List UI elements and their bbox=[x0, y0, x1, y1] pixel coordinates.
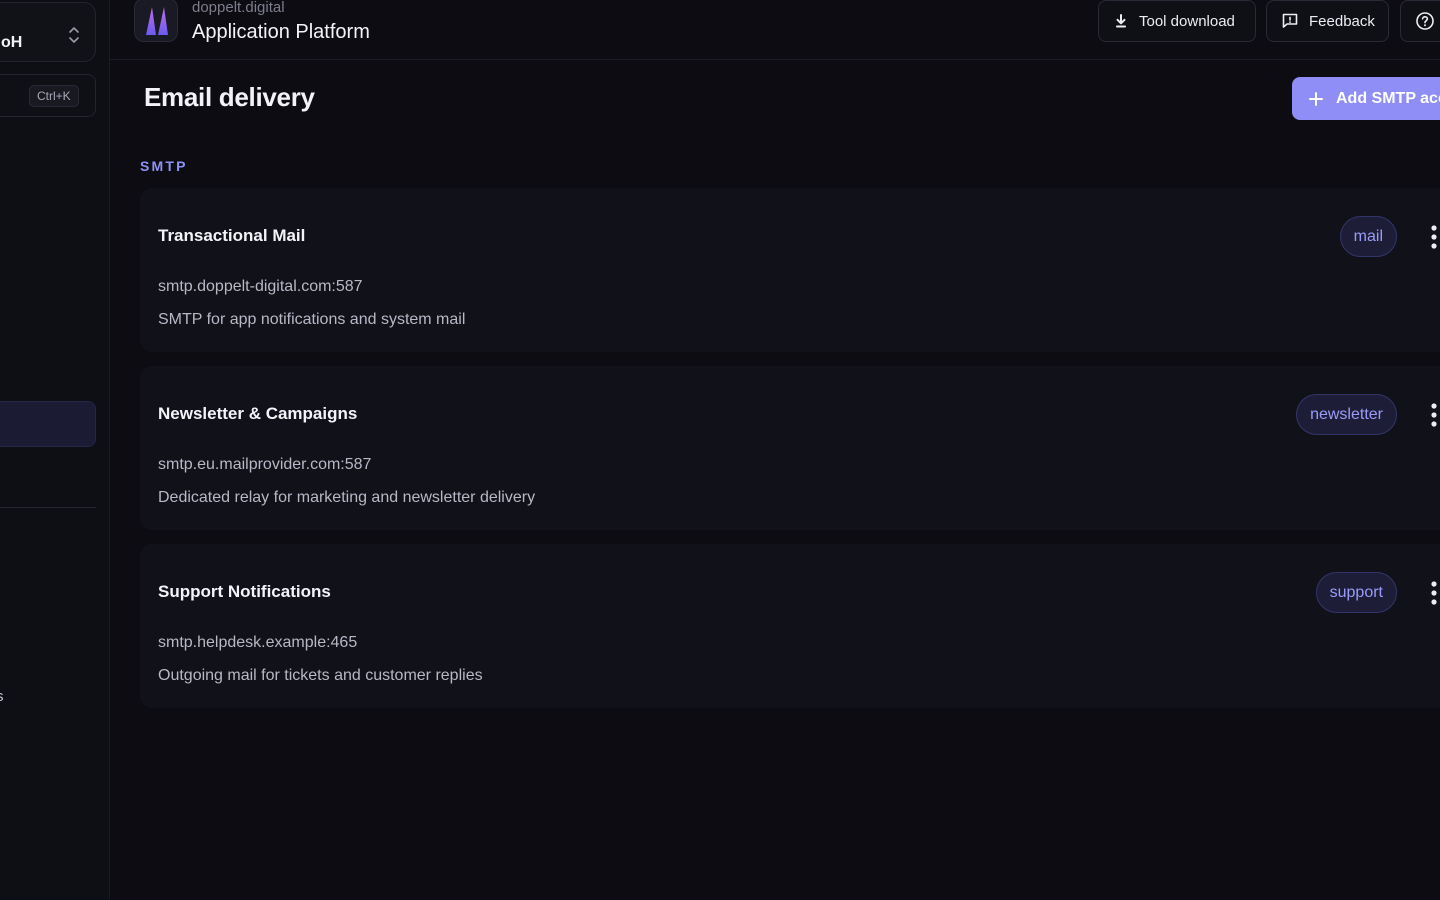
tool-download-button[interactable]: Tool download bbox=[1098, 0, 1256, 42]
feedback-label: Feedback bbox=[1309, 12, 1375, 30]
account-host: smtp.helpdesk.example:465 bbox=[158, 634, 358, 651]
sidebar-item-label[interactable]: s bbox=[0, 688, 4, 705]
kebab-menu-icon[interactable] bbox=[1427, 224, 1440, 250]
org-name: oH bbox=[1, 34, 23, 51]
sidebar-item-email-delivery[interactable] bbox=[0, 401, 96, 447]
top-header: doppelt.digital Application Platform Too… bbox=[110, 0, 1440, 60]
search-shortcut-hint: Ctrl+K bbox=[29, 85, 79, 107]
add-smtp-account-label: Add SMTP acc bbox=[1336, 89, 1440, 107]
company-name: doppelt.digital bbox=[192, 0, 285, 16]
account-description: Dedicated relay for marketing and newsle… bbox=[158, 489, 536, 506]
download-icon bbox=[1116, 14, 1126, 28]
account-tag: mail bbox=[1339, 216, 1397, 257]
tool-download-label: Tool download bbox=[1139, 12, 1235, 30]
help-button[interactable] bbox=[1400, 0, 1440, 42]
feedback-icon bbox=[1282, 13, 1298, 28]
account-name: Newsletter & Campaigns bbox=[158, 404, 358, 423]
account-host: smtp.doppelt-digital.com:587 bbox=[158, 278, 363, 295]
add-smtp-account-button[interactable]: Add SMTP acc bbox=[1292, 77, 1440, 120]
doppelt-logo-icon[interactable] bbox=[134, 0, 178, 42]
smtp-account-card[interactable]: Newsletter & Campaigns newsletter smtp.e… bbox=[140, 366, 1440, 530]
kebab-menu-icon[interactable] bbox=[1427, 580, 1440, 606]
help-circle-icon bbox=[1416, 12, 1434, 30]
account-tag: newsletter bbox=[1296, 394, 1397, 435]
account-tag: support bbox=[1315, 572, 1397, 613]
account-name: Transactional Mail bbox=[158, 226, 306, 245]
org-switcher[interactable]: oH bbox=[0, 2, 96, 62]
sidebar-search[interactable]: Ctrl+K bbox=[0, 74, 96, 117]
app-title: Application Platform bbox=[192, 21, 370, 43]
smtp-account-card[interactable]: Transactional Mail mail smtp.doppelt-dig… bbox=[140, 188, 1440, 352]
plus-icon bbox=[1309, 91, 1323, 106]
kebab-menu-icon[interactable] bbox=[1427, 402, 1440, 428]
page-title: Email delivery bbox=[144, 82, 315, 112]
sidebar: oH Ctrl+K s bbox=[0, 0, 110, 900]
smtp-account-card[interactable]: Support Notifications support smtp.helpd… bbox=[140, 544, 1440, 708]
feedback-button[interactable]: Feedback bbox=[1266, 0, 1389, 42]
account-name: Support Notifications bbox=[158, 582, 331, 601]
sidebar-divider bbox=[0, 507, 96, 508]
chevron-up-down-icon bbox=[69, 27, 79, 43]
account-host: smtp.eu.mailprovider.com:587 bbox=[158, 456, 372, 473]
section-label-smtp: SMTP bbox=[140, 158, 188, 174]
account-description: SMTP for app notifications and system ma… bbox=[158, 311, 466, 328]
account-description: Outgoing mail for tickets and customer r… bbox=[158, 667, 483, 684]
